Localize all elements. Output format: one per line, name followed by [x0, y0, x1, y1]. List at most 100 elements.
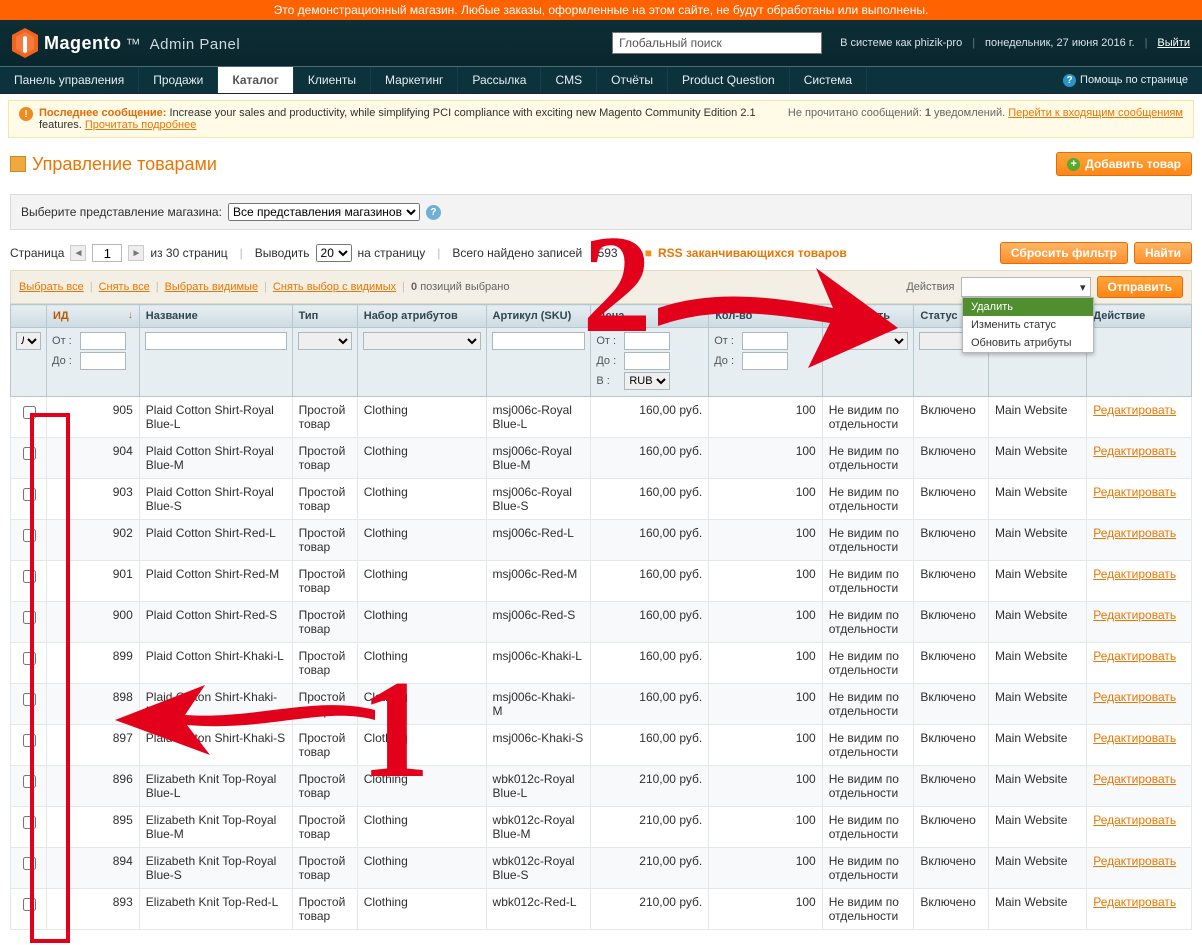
filter-price-from[interactable] [624, 332, 670, 350]
global-search-input[interactable] [612, 32, 822, 54]
row-checkbox[interactable] [23, 529, 36, 542]
filter-qty-to[interactable] [742, 352, 788, 370]
edit-link[interactable]: Редактировать [1093, 403, 1176, 417]
row-checkbox[interactable] [23, 898, 36, 911]
add-product-button[interactable]: + Добавить товар [1056, 152, 1192, 176]
help-tooltip-icon[interactable]: ? [426, 205, 441, 220]
nav-item-1[interactable]: Продажи [139, 67, 218, 93]
row-checkbox[interactable] [23, 488, 36, 501]
row-checkbox[interactable] [23, 775, 36, 788]
mass-action-option[interactable]: Удалить [963, 298, 1093, 316]
filter-name[interactable] [145, 332, 287, 350]
select-all-link[interactable]: Выбрать все [19, 281, 84, 293]
table-row[interactable]: 903Plaid Cotton Shirt-Royal Blue-SПросто… [11, 479, 1192, 520]
nav-item-2[interactable]: Каталог [218, 67, 294, 93]
filter-type[interactable] [298, 332, 352, 350]
filter-sku[interactable] [492, 332, 586, 350]
col-header-type[interactable]: Тип [292, 305, 357, 328]
col-header-id[interactable]: ИД↓ [47, 305, 140, 328]
table-row[interactable]: 895Elizabeth Knit Top-Royal Blue-MПросто… [11, 807, 1192, 848]
table-row[interactable]: 899Plaid Cotton Shirt-Khaki-LПростой тов… [11, 643, 1192, 684]
cell-visibility: Не видим по отдельности [822, 889, 914, 930]
col-header-qty[interactable]: Кол-во [709, 305, 823, 328]
page-number-input[interactable] [92, 244, 122, 262]
nav-item-8[interactable]: Product Question [668, 67, 790, 93]
table-row[interactable]: 905Plaid Cotton Shirt-Royal Blue-LПросто… [11, 397, 1192, 438]
edit-link[interactable]: Редактировать [1093, 649, 1176, 663]
filter-price-to[interactable] [624, 352, 670, 370]
row-checkbox[interactable] [23, 734, 36, 747]
mass-action-option[interactable]: Обновить атрибуты [963, 334, 1093, 352]
row-checkbox[interactable] [23, 447, 36, 460]
deselect-visible-link[interactable]: Снять выбор с видимых [273, 281, 396, 293]
table-row[interactable]: 896Elizabeth Knit Top-Royal Blue-LПросто… [11, 766, 1192, 807]
logo[interactable]: Magento™ Admin Panel [12, 28, 240, 58]
table-row[interactable]: 893Elizabeth Knit Top-Red-LПростой товар… [11, 889, 1192, 930]
table-row[interactable]: 894Elizabeth Knit Top-Royal Blue-SПросто… [11, 848, 1192, 889]
edit-link[interactable]: Редактировать [1093, 526, 1176, 540]
search-button[interactable]: Найти [1134, 242, 1192, 264]
row-checkbox[interactable] [23, 406, 36, 419]
nav-item-0[interactable]: Панель управления [0, 67, 139, 93]
filter-massaction-select[interactable]: Любое [16, 332, 41, 350]
filter-id-to[interactable] [80, 352, 126, 370]
mass-action-option[interactable]: Изменить статус [963, 316, 1093, 334]
col-header-visibility[interactable]: Видимость [822, 305, 914, 328]
filter-attrset[interactable] [363, 332, 481, 350]
cell-name: Plaid Cotton Shirt-Khaki-S [139, 725, 292, 766]
storeview-select[interactable]: Все представления магазинов [228, 203, 420, 221]
mass-action-submit-button[interactable]: Отправить [1097, 276, 1183, 298]
edit-link[interactable]: Редактировать [1093, 567, 1176, 581]
edit-link[interactable]: Редактировать [1093, 731, 1176, 745]
table-row[interactable]: 897Plaid Cotton Shirt-Khaki-SПростой тов… [11, 725, 1192, 766]
col-header-sku[interactable]: Артикул (SKU) [486, 305, 591, 328]
row-checkbox[interactable] [23, 570, 36, 583]
page-size-select[interactable]: 20 [316, 244, 352, 262]
nav-item-3[interactable]: Клиенты [294, 67, 371, 93]
edit-link[interactable]: Редактировать [1093, 690, 1176, 704]
edit-link[interactable]: Редактировать [1093, 813, 1176, 827]
col-header-action: Действие [1087, 305, 1192, 328]
logout-link[interactable]: Выйти [1157, 37, 1190, 49]
deselect-all-link[interactable]: Снять все [99, 281, 150, 293]
edit-link[interactable]: Редактировать [1093, 772, 1176, 786]
notif-readmore-link[interactable]: Прочитать подробнее [85, 119, 197, 131]
edit-link[interactable]: Редактировать [1093, 895, 1176, 909]
row-checkbox[interactable] [23, 611, 36, 624]
table-row[interactable]: 898Plaid Cotton Shirt-Khaki-MПростой тов… [11, 684, 1192, 725]
reset-filter-button[interactable]: Сбросить фильтр [1000, 242, 1128, 264]
table-row[interactable]: 904Plaid Cotton Shirt-Royal Blue-MПросто… [11, 438, 1192, 479]
notif-inbox-link[interactable]: Перейти к входящим сообщениям [1008, 107, 1183, 119]
edit-link[interactable]: Редактировать [1093, 854, 1176, 868]
select-visible-link[interactable]: Выбрать видимые [165, 281, 259, 293]
mass-action-select[interactable]: ▾ [961, 277, 1091, 297]
filter-visibility[interactable] [828, 332, 909, 350]
row-checkbox[interactable] [23, 693, 36, 706]
filter-qty-from[interactable] [742, 332, 788, 350]
col-header-name[interactable]: Название [139, 305, 292, 328]
rss-low-stock-link[interactable]: RSS заканчивающихся товаров [658, 246, 847, 260]
col-header-price[interactable]: Цена [591, 305, 709, 328]
table-row[interactable]: 900Plaid Cotton Shirt-Red-SПростой товар… [11, 602, 1192, 643]
next-page-button[interactable]: ► [128, 245, 144, 261]
row-checkbox[interactable] [23, 652, 36, 665]
col-header-attrset[interactable]: Набор атрибутов [357, 305, 486, 328]
table-row[interactable]: 901Plaid Cotton Shirt-Red-MПростой товар… [11, 561, 1192, 602]
mass-action-dropdown[interactable]: УдалитьИзменить статусОбновить атрибуты [962, 297, 1094, 353]
nav-item-4[interactable]: Маркетинг [371, 67, 458, 93]
nav-help[interactable]: ? Помощь по странице [1049, 67, 1202, 93]
edit-link[interactable]: Редактировать [1093, 444, 1176, 458]
nav-item-7[interactable]: Отчёты [597, 67, 668, 93]
filter-id-from[interactable] [80, 332, 126, 350]
edit-link[interactable]: Редактировать [1093, 485, 1176, 499]
row-checkbox[interactable] [23, 857, 36, 870]
prev-page-button[interactable]: ◄ [70, 245, 86, 261]
nav-item-9[interactable]: Система [790, 67, 867, 93]
filter-currency[interactable]: RUB [624, 372, 670, 390]
cell-qty: 100 [709, 848, 823, 889]
nav-item-6[interactable]: CMS [541, 67, 597, 93]
row-checkbox[interactable] [23, 816, 36, 829]
nav-item-5[interactable]: Рассылка [458, 67, 541, 93]
table-row[interactable]: 902Plaid Cotton Shirt-Red-LПростой товар… [11, 520, 1192, 561]
edit-link[interactable]: Редактировать [1093, 608, 1176, 622]
